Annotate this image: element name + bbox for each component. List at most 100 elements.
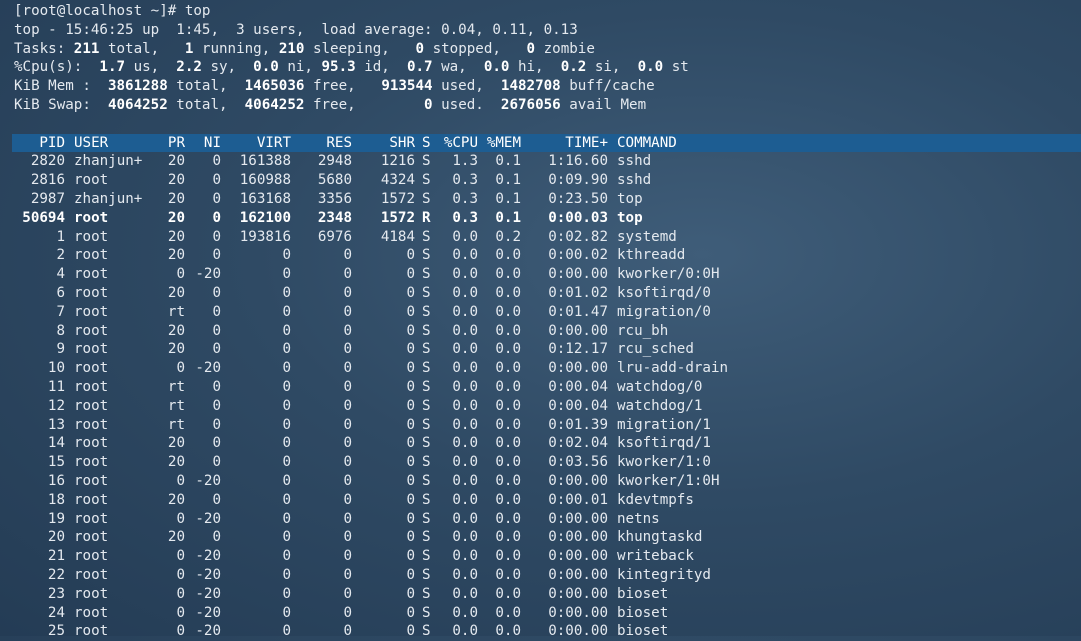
column-time[interactable]: TIME+ [521, 134, 608, 153]
column-shr[interactable]: SHR [352, 134, 415, 153]
column-virt[interactable]: VIRT [221, 134, 291, 153]
column-mem[interactable]: %MEM [478, 134, 521, 153]
process-command: kintegrityd [617, 566, 711, 583]
process-row[interactable]: 1 root 20 0 193816 6976 4184 S 0.0 0.2 0:02.82 syst… [14, 228, 1081, 247]
process-mem: 0.0 [495, 266, 521, 283]
process-table-header[interactable]: PID USER PR NI VIRT RES SHR S %CPU %MEM … [12, 133, 1081, 153]
process-user: root [74, 566, 109, 583]
process-res: 0 [343, 585, 352, 602]
tasks-text: sleeping, [304, 40, 416, 57]
process-user: root [74, 491, 109, 508]
process-user: root [74, 510, 109, 527]
process-pid: 15 [47, 454, 65, 471]
process-pid: 14 [47, 435, 65, 452]
process-time: 0:12.17 [548, 341, 608, 358]
process-row[interactable]: 19 root 0 -20 0 0 0 S 0.0 0.0 0:00.00 netns [14, 510, 1081, 529]
process-row[interactable]: 4 root 0 -20 0 0 0 S 0.0 0.0 0:00.00 kworker/0:0H [14, 265, 1081, 284]
process-pid: 16 [47, 472, 65, 489]
process-row[interactable]: 15 root 20 0 0 0 0 S 0.0 0.0 0:03.56 kworker/1:0 [14, 453, 1081, 472]
process-nice: 0 [212, 284, 221, 301]
process-time: 0:00.01 [548, 491, 608, 508]
process-state: S [422, 566, 431, 583]
process-row[interactable]: 18 root 20 0 0 0 0 S 0.0 0.0 0:00.01 kdevtmpfs [14, 491, 1081, 510]
column-command[interactable]: COMMAND [608, 134, 677, 153]
process-command: ksoftirqd/0 [617, 284, 711, 301]
process-row[interactable]: 10 root 0 -20 0 0 0 S 0.0 0.0 0:00.00 lru-add-drain [14, 359, 1081, 378]
process-user: root [74, 247, 109, 264]
process-res: 0 [343, 322, 352, 339]
process-priority: 0 [176, 360, 185, 377]
process-row[interactable]: 7 root rt 0 0 0 0 S 0.0 0.0 0:01.47 migration/0 [14, 303, 1081, 322]
process-nice: 0 [212, 529, 221, 546]
process-shr: 0 [406, 454, 415, 471]
process-shr: 0 [406, 510, 415, 527]
process-row[interactable]: 14 root 20 0 0 0 0 S 0.0 0.0 0:02.04 ksoftirqd/1 [14, 434, 1081, 453]
process-cpu: 0.3 [452, 209, 478, 226]
cpu-text: id, [355, 59, 407, 76]
process-shr: 0 [406, 416, 415, 433]
process-row[interactable]: 12 root rt 0 0 0 0 S 0.0 0.0 0:00.04 watchdog/1 [14, 397, 1081, 416]
mem-used: 913544 [381, 78, 433, 95]
column-user[interactable]: USER [65, 134, 159, 153]
process-row[interactable]: 25 root 0 -20 0 0 0 S 0.0 0.0 0:00.00 bioset [14, 622, 1081, 641]
process-row[interactable]: 20 root 20 0 0 0 0 S 0.0 0.0 0:00.00 khungtaskd [14, 528, 1081, 547]
process-row[interactable]: 50694 root 20 0 162100 2348 1572 R 0.3 0.1 0:00.03… [14, 209, 1081, 228]
process-row[interactable]: 2816 root 20 0 160988 5680 4324 S 0.3 0.1 0:09.90 s… [14, 171, 1081, 190]
process-nice: -20 [195, 585, 221, 602]
process-row[interactable]: 13 root rt 0 0 0 0 S 0.0 0.0 0:01.39 migration/1 [14, 416, 1081, 435]
process-virt: 0 [282, 604, 291, 621]
process-command: watchdog/1 [617, 397, 703, 414]
process-command: ksoftirqd/1 [617, 435, 711, 452]
process-shr: 0 [406, 322, 415, 339]
process-shr: 0 [406, 585, 415, 602]
process-time: 0:01.02 [548, 284, 608, 301]
mem-line: KiB Mem : 3861288 total, 1465036 free, 9… [14, 77, 1081, 96]
process-user: root [74, 228, 109, 245]
process-row[interactable]: 2987 zhanjun+ 20 0 163168 3356 1572 S 0.3 0.1 0:23… [14, 190, 1081, 209]
process-cpu: 0.0 [452, 472, 478, 489]
column-res[interactable]: RES [291, 134, 352, 153]
process-row[interactable]: 2820 zhanjun+ 20 0 161388 2948 1216 S 1.3 0.1 1:16… [14, 152, 1081, 171]
process-row[interactable]: 11 root rt 0 0 0 0 S 0.0 0.0 0:00.04 watchdog/0 [14, 378, 1081, 397]
process-command: kdevtmpfs [617, 491, 694, 508]
column-cpu[interactable]: %CPU [440, 134, 478, 153]
process-state: S [422, 303, 431, 320]
process-pid: 4 [56, 266, 65, 283]
cpu-text: ni, [278, 59, 322, 76]
process-command: kworker/0:0H [617, 266, 720, 283]
process-state: S [422, 190, 431, 207]
process-command: bioset [617, 604, 669, 621]
process-mem: 0.0 [495, 397, 521, 414]
process-nice: 0 [212, 416, 221, 433]
process-cpu: 0.3 [452, 172, 478, 189]
mem-text: free, [304, 78, 382, 95]
process-mem: 0.1 [495, 190, 521, 207]
process-state: S [422, 153, 431, 170]
process-row[interactable]: 6 root 20 0 0 0 0 S 0.0 0.0 0:01.02 ksoftirqd/0 [14, 284, 1081, 303]
process-state: S [422, 266, 431, 283]
process-time: 0:23.50 [548, 190, 608, 207]
column-pr[interactable]: PR [159, 134, 185, 153]
process-shr: 0 [406, 360, 415, 377]
process-row[interactable]: 9 root 20 0 0 0 0 S 0.0 0.0 0:12.17 rcu_sched [14, 340, 1081, 359]
column-pid[interactable]: PID [14, 134, 65, 153]
column-state[interactable]: S [415, 134, 440, 153]
process-cpu: 0.0 [452, 322, 478, 339]
column-ni[interactable]: NI [185, 134, 221, 153]
process-row[interactable]: 8 root 20 0 0 0 0 S 0.0 0.0 0:00.00 rcu_bh [14, 322, 1081, 341]
process-priority: 0 [176, 566, 185, 583]
process-row[interactable]: 23 root 0 -20 0 0 0 S 0.0 0.0 0:00.00 bioset [14, 585, 1081, 604]
process-state: S [422, 416, 431, 433]
terminal[interactable]: [root@localhost ~]# top top - 15:46:25 u… [12, 2, 1081, 641]
cpu-label: %Cpu(s): [14, 59, 100, 76]
process-row[interactable]: 22 root 0 -20 0 0 0 S 0.0 0.0 0:00.00 kintegrityd [14, 566, 1081, 585]
process-cpu: 0.0 [452, 247, 478, 264]
process-row[interactable]: 16 root 0 -20 0 0 0 S 0.0 0.0 0:00.00 kworker/1:0H [14, 472, 1081, 491]
process-user: root [74, 604, 109, 621]
process-shr: 0 [406, 604, 415, 621]
process-row[interactable]: 21 root 0 -20 0 0 0 S 0.0 0.0 0:00.00 writeback [14, 547, 1081, 566]
process-command: bioset [617, 585, 669, 602]
process-row[interactable]: 24 root 0 -20 0 0 0 S 0.0 0.0 0:00.00 bioset [14, 604, 1081, 623]
process-row[interactable]: 2 root 20 0 0 0 0 S 0.0 0.0 0:00.02 kthreadd [14, 246, 1081, 265]
process-state: S [422, 341, 431, 358]
